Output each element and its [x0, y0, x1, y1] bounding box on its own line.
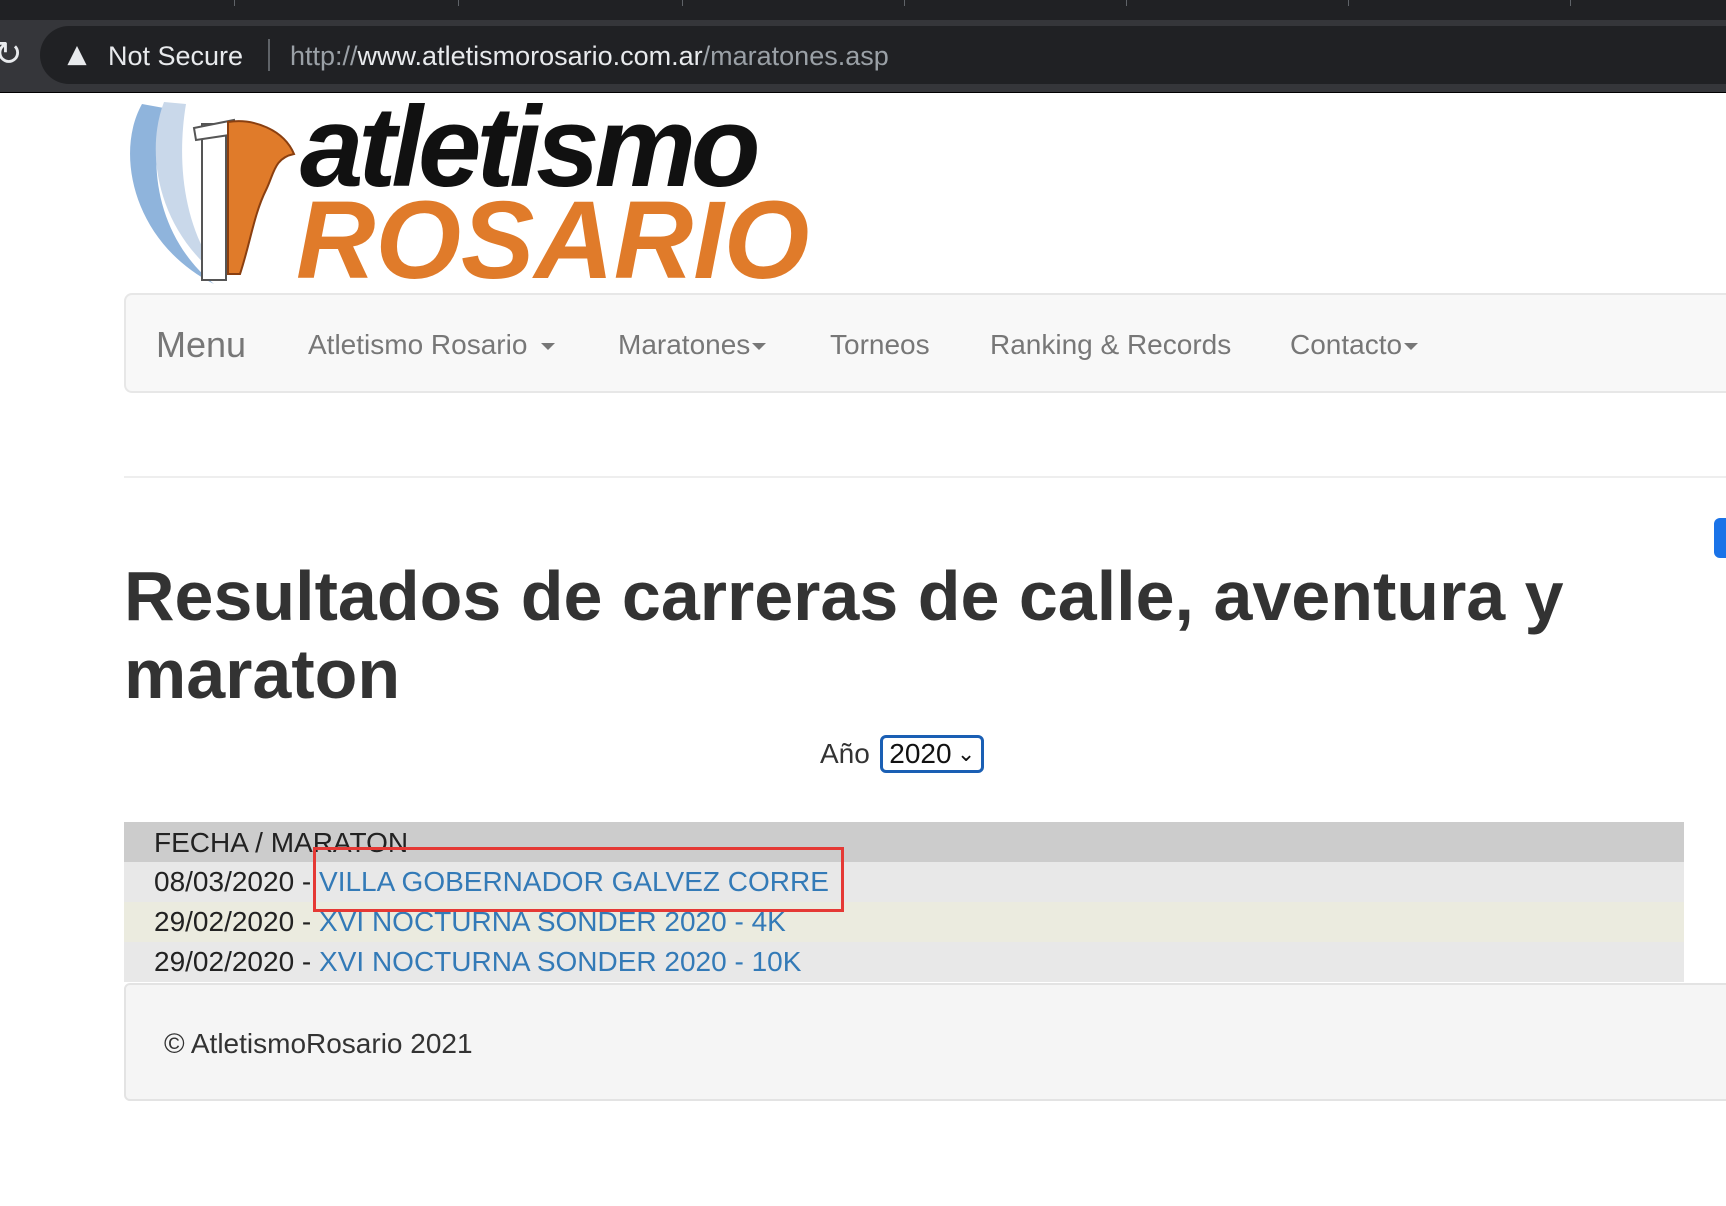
result-link[interactable]: VILLA GOBERNADOR GALVEZ CORRE	[319, 866, 829, 897]
security-label[interactable]: Not Secure	[108, 40, 243, 72]
nav-item-label: Ranking & Records	[990, 329, 1232, 360]
side-button-edge[interactable]	[1714, 518, 1726, 558]
chevron-down-icon: ⌄	[956, 742, 976, 767]
nav-item-label: Atletismo Rosario	[308, 329, 528, 360]
logo-emblem-icon	[130, 102, 296, 284]
nav-item-ranking-records[interactable]: Ranking & Records	[990, 327, 1231, 363]
nav-item-contacto[interactable]: Contacto	[1290, 327, 1419, 363]
year-select[interactable]: 2020 ⌄	[880, 735, 985, 773]
url-text[interactable]: http://www.atletismorosario.com.ar/marat…	[290, 40, 889, 72]
address-divider	[268, 39, 270, 71]
browser-tab-strip	[0, 0, 1726, 20]
tab-separator	[682, 0, 683, 6]
url-scheme: http://	[290, 41, 358, 71]
result-row: 29/02/2020 - XVI NOCTURNA SONDER 2020 - …	[124, 942, 1684, 982]
result-separator: -	[294, 866, 320, 897]
year-label: Año	[820, 738, 870, 769]
year-selected-value: 2020	[889, 738, 952, 769]
results-header: FECHA / MARATON	[124, 822, 1684, 862]
result-date: 29/02/2020	[154, 946, 295, 977]
url-path: /maratones.asp	[702, 41, 889, 71]
warning-icon[interactable]: ▲	[62, 38, 92, 68]
page-footer: © AtletismoRosario 2021	[124, 983, 1726, 1101]
site-logo[interactable]: atletismo ROSARIO	[124, 88, 809, 296]
result-separator: -	[294, 946, 320, 977]
result-row: 29/02/2020 - XVI NOCTURNA SONDER 2020 - …	[124, 902, 1684, 942]
result-separator: -	[294, 906, 320, 937]
logo-text-rosario: ROSARIO	[296, 179, 810, 302]
main-navbar: Menu Atletismo Rosario Maratones Torneos…	[124, 293, 1726, 393]
tab-separator	[1570, 0, 1571, 6]
caret-down-icon	[1404, 343, 1419, 351]
nav-item-torneos[interactable]: Torneos	[830, 327, 930, 363]
result-link[interactable]: XVI NOCTURNA SONDER 2020 - 4K	[319, 906, 786, 937]
browser-toolbar: ↻ ▲ Not Secure http://www.atletismorosar…	[0, 20, 1726, 93]
nav-item-maratones[interactable]: Maratones	[618, 327, 767, 363]
result-link[interactable]: XVI NOCTURNA SONDER 2020 - 10K	[319, 946, 801, 977]
results-table: FECHA / MARATON 08/03/2020 - VILLA GOBER…	[124, 822, 1684, 982]
page-title: Resultados de carreras de calle, aventur…	[124, 557, 1564, 713]
reload-icon[interactable]: ↻	[0, 36, 23, 72]
divider	[124, 476, 1726, 478]
year-filter: Año 2020 ⌄	[820, 734, 985, 774]
result-date: 08/03/2020	[154, 866, 295, 897]
nav-item-atletismo-rosario[interactable]: Atletismo Rosario	[308, 327, 556, 363]
tab-separator	[1348, 0, 1349, 6]
nav-item-label: Torneos	[830, 329, 930, 360]
caret-down-icon	[541, 343, 556, 351]
tab-separator	[1126, 0, 1127, 6]
tab-separator	[904, 0, 905, 6]
result-date: 29/02/2020	[154, 906, 295, 937]
nav-brand-menu[interactable]: Menu	[156, 325, 246, 365]
address-bar[interactable]: ▲ Not Secure http://www.atletismorosario…	[40, 26, 1726, 84]
result-row: 08/03/2020 - VILLA GOBERNADOR GALVEZ COR…	[124, 862, 1684, 902]
url-host: www.atletismorosario.com.ar	[357, 41, 703, 71]
tab-separator	[234, 0, 235, 6]
tab-separator	[458, 0, 459, 6]
nav-item-label: Contacto	[1290, 329, 1403, 360]
nav-item-label: Maratones	[618, 329, 751, 360]
footer-copyright: © AtletismoRosario 2021	[164, 1028, 473, 1059]
caret-down-icon	[752, 343, 767, 351]
